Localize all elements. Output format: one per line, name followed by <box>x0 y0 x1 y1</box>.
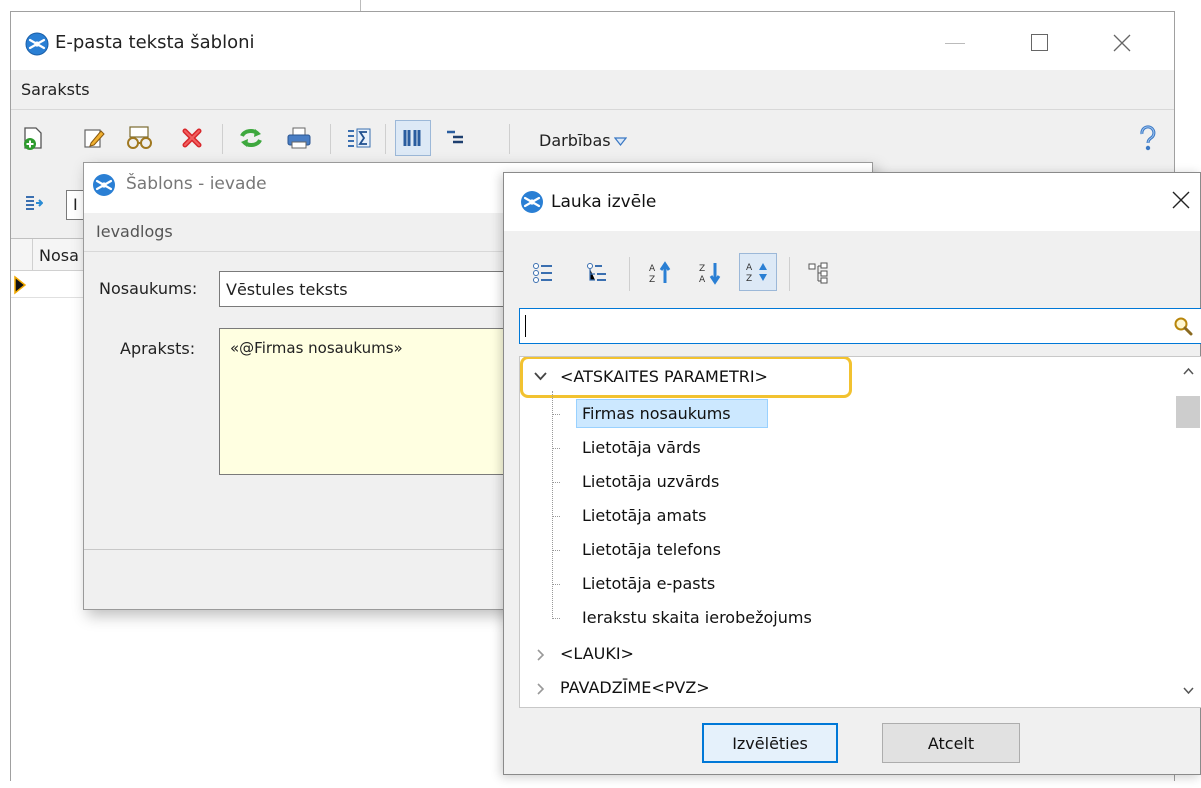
svg-text:A: A <box>746 263 753 273</box>
text-caret <box>525 315 526 337</box>
tree-child-label: Firmas nosaukums <box>582 404 731 423</box>
tree-child-label: Lietotāja e-pasts <box>582 574 716 593</box>
scroll-up-arrow-icon[interactable] <box>1183 367 1194 375</box>
name-input-value: Vēstules teksts <box>226 280 348 299</box>
tree-scrollbar[interactable] <box>1175 357 1201 707</box>
field-search-input[interactable] <box>519 308 1201 344</box>
toolbar-separator <box>330 124 331 154</box>
tree-indent-icon[interactable] <box>441 124 469 152</box>
delete-x-icon[interactable] <box>179 124 205 152</box>
toolbar-separator <box>629 257 630 291</box>
tree-group-lauki[interactable]: <LAUKI> <box>520 639 1160 669</box>
tree-dot-branch <box>552 550 560 551</box>
menu-divider <box>11 109 1174 110</box>
close-button[interactable] <box>1111 32 1133 54</box>
toolbar-separator <box>385 124 386 154</box>
edit-pencil-icon[interactable] <box>81 124 107 152</box>
sum-icon[interactable] <box>345 124 373 152</box>
main-title-bar: E-pasta teksta šabloni <box>11 12 1174 70</box>
scroll-thumb[interactable] <box>1176 396 1200 428</box>
chevron-down-icon <box>534 372 547 381</box>
print-icon[interactable] <box>285 124 313 152</box>
svg-text:Z: Z <box>746 274 752 284</box>
view-glasses-icon[interactable] <box>123 124 157 152</box>
description-label: Apraksts: <box>120 339 196 358</box>
toolbar-separator <box>789 257 790 291</box>
filter-input-text: I <box>73 195 78 214</box>
entry-tab-label[interactable]: Ievadlogs <box>96 222 173 241</box>
tree-child[interactable]: Lietotāja telefons <box>552 535 1152 565</box>
entry-dialog-title: Šablons - ievade <box>126 174 267 194</box>
field-title-bar: Lauka izvēle <box>504 173 1200 231</box>
tree-group-atskaites[interactable]: <ATSKAITES PARAMETRI> <box>520 362 1160 390</box>
toolbar-separator <box>509 124 510 154</box>
tree-child[interactable]: Ierakstu skaita ierobežojums <box>552 603 1152 633</box>
svg-text:A: A <box>699 275 706 285</box>
toolbar-separator <box>222 124 223 154</box>
tree-dot-branch <box>552 584 560 585</box>
tree-child-label: Lietotāja amats <box>582 506 707 525</box>
svg-text:A: A <box>649 264 656 274</box>
table-row[interactable] <box>11 272 93 298</box>
sort-az-toggle-icon[interactable]: AZ <box>739 253 777 291</box>
table-header-indicator-cell <box>11 239 33 271</box>
main-window-title: E-pasta teksta šabloni <box>55 32 255 53</box>
cancel-button-label: Atcelt <box>927 733 975 753</box>
tree-group-label: <ATSKAITES PARAMETRI> <box>560 367 768 386</box>
tree-dot-branch <box>552 482 560 483</box>
tree-dot-branch <box>552 448 560 449</box>
actions-menu-label[interactable]: Darbības <box>539 131 611 150</box>
tree-child-label: Lietotāja vārds <box>582 438 701 457</box>
table-header-label: Nosa <box>39 246 79 265</box>
menu-saraksts[interactable]: Saraksts <box>21 80 90 99</box>
tree-dot-branch <box>552 414 560 415</box>
hierarchy-icon[interactable] <box>806 259 834 287</box>
dropdown-triangle-icon[interactable] <box>613 135 627 147</box>
search-icon[interactable] <box>1172 315 1194 337</box>
cancel-button[interactable]: Atcelt <box>882 723 1020 763</box>
chevron-right-icon <box>537 649 545 661</box>
chevron-right-icon <box>537 683 545 695</box>
tree-child-label: Lietotāja uzvārds <box>582 472 720 491</box>
tree-group-label: PAVADZĪME<PVZ> <box>560 678 710 697</box>
app-logo-icon <box>92 173 116 197</box>
select-button-label: Izvēlēties <box>732 733 808 753</box>
app-logo-icon <box>520 190 544 214</box>
description-value: «@Firmas nosaukums» <box>230 339 403 357</box>
help-question-icon[interactable] <box>1135 124 1161 154</box>
sort-za-down-icon[interactable]: ZA <box>696 259 726 287</box>
maximize-button[interactable] <box>1031 34 1048 51</box>
svg-text:Z: Z <box>699 264 705 274</box>
new-doc-icon[interactable] <box>21 124 47 152</box>
columns-icon[interactable] <box>395 120 431 156</box>
sort-az-up-icon[interactable]: AZ <box>646 259 676 287</box>
field-dialog-close-button[interactable] <box>1168 187 1194 213</box>
row-pointer-icon <box>14 275 27 295</box>
scroll-down-arrow-icon[interactable] <box>1183 687 1194 695</box>
tree-dot-branch <box>552 516 560 517</box>
tree-child[interactable]: Lietotāja uzvārds <box>552 467 1152 497</box>
minimize-button[interactable] <box>945 43 965 44</box>
field-tree: <ATSKAITES PARAMETRI> Firmas nosaukums L… <box>519 356 1201 708</box>
tree-view-icon[interactable] <box>584 259 610 287</box>
svg-text:Z: Z <box>649 275 655 285</box>
tree-child-label: Ierakstu skaita ierobežojums <box>582 608 812 627</box>
app-logo-icon <box>25 32 49 56</box>
filter-icon[interactable] <box>23 192 45 214</box>
tree-group-pavadzime[interactable]: PAVADZĪME<PVZ> <box>520 673 1160 703</box>
tree-dot-branch <box>552 618 560 619</box>
tree-child[interactable]: Lietotāja vārds <box>552 433 1152 463</box>
tree-child[interactable]: Firmas nosaukums <box>552 399 1152 429</box>
tree-child[interactable]: Lietotāja e-pasts <box>552 569 1152 599</box>
tree-child-label: Lietotāja telefons <box>582 540 721 559</box>
field-dialog-title: Lauka izvēle <box>551 192 657 212</box>
tree-group-label: <LAUKI> <box>560 644 634 663</box>
refresh-icon[interactable] <box>237 124 265 152</box>
select-button[interactable]: Izvēlēties <box>702 723 838 763</box>
tree-child[interactable]: Lietotāja amats <box>552 501 1152 531</box>
field-dialog: Lauka izvēle AZ ZA AZ <ATSKAITES PARAMET… <box>503 172 1201 775</box>
list-view-icon[interactable] <box>530 259 556 287</box>
name-label: Nosaukums: <box>99 279 198 298</box>
